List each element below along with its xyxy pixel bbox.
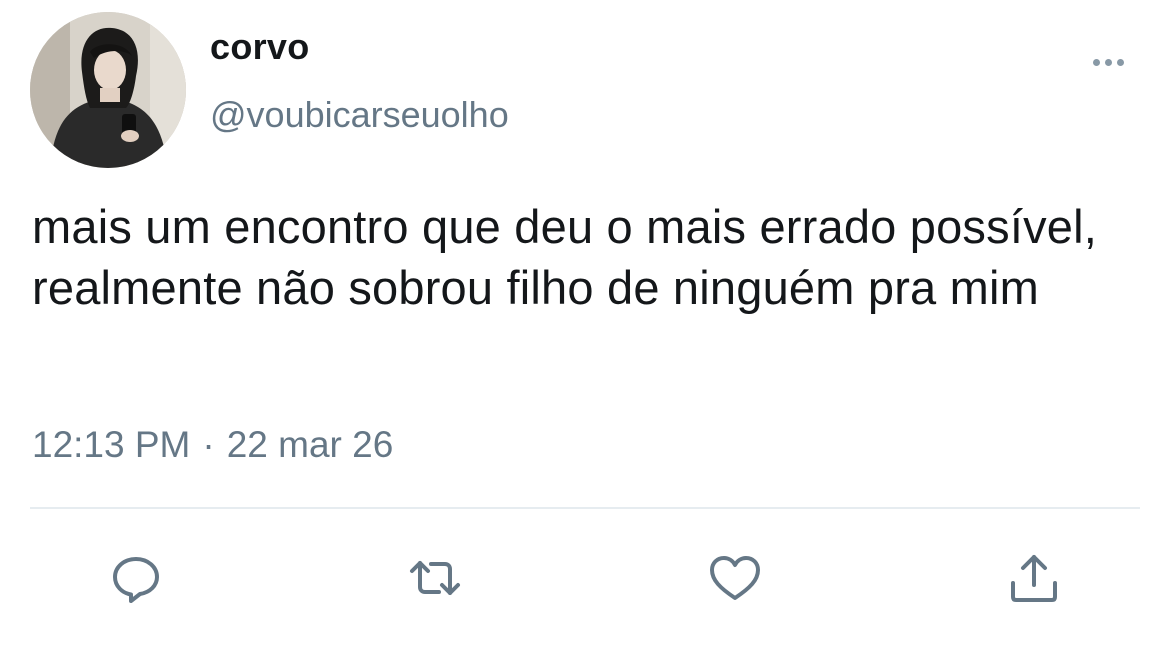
retweet-button[interactable] bbox=[405, 548, 465, 608]
heart-icon bbox=[710, 556, 760, 600]
tweet-card: corvo @voubicarseuolho mais um encontro … bbox=[0, 0, 1170, 649]
like-button[interactable] bbox=[705, 548, 765, 608]
avatar[interactable] bbox=[30, 12, 186, 168]
share-button[interactable] bbox=[1004, 548, 1064, 608]
reply-button[interactable] bbox=[106, 548, 166, 608]
more-icon-dot bbox=[1116, 58, 1124, 66]
tweet-timestamp[interactable]: 12:13 PM · 22 mar 26 bbox=[32, 424, 393, 466]
retweet-icon bbox=[410, 561, 460, 595]
more-icon-dot bbox=[1104, 58, 1112, 66]
tweet-text: mais um encontro que deu o mais errado p… bbox=[32, 200, 1098, 314]
display-name[interactable]: corvo bbox=[210, 26, 310, 68]
tweet-time: 12:13 PM bbox=[32, 424, 191, 465]
more-icon-dot bbox=[1092, 58, 1100, 66]
reply-icon bbox=[113, 557, 159, 603]
more-options-button[interactable] bbox=[1083, 48, 1133, 76]
user-handle[interactable]: @voubicarseuolho bbox=[210, 94, 509, 136]
avatar-photo bbox=[30, 12, 186, 168]
divider bbox=[30, 507, 1140, 509]
tweet-date: 22 mar 26 bbox=[226, 424, 394, 465]
share-icon bbox=[1011, 555, 1057, 602]
timestamp-separator: · bbox=[202, 424, 215, 465]
